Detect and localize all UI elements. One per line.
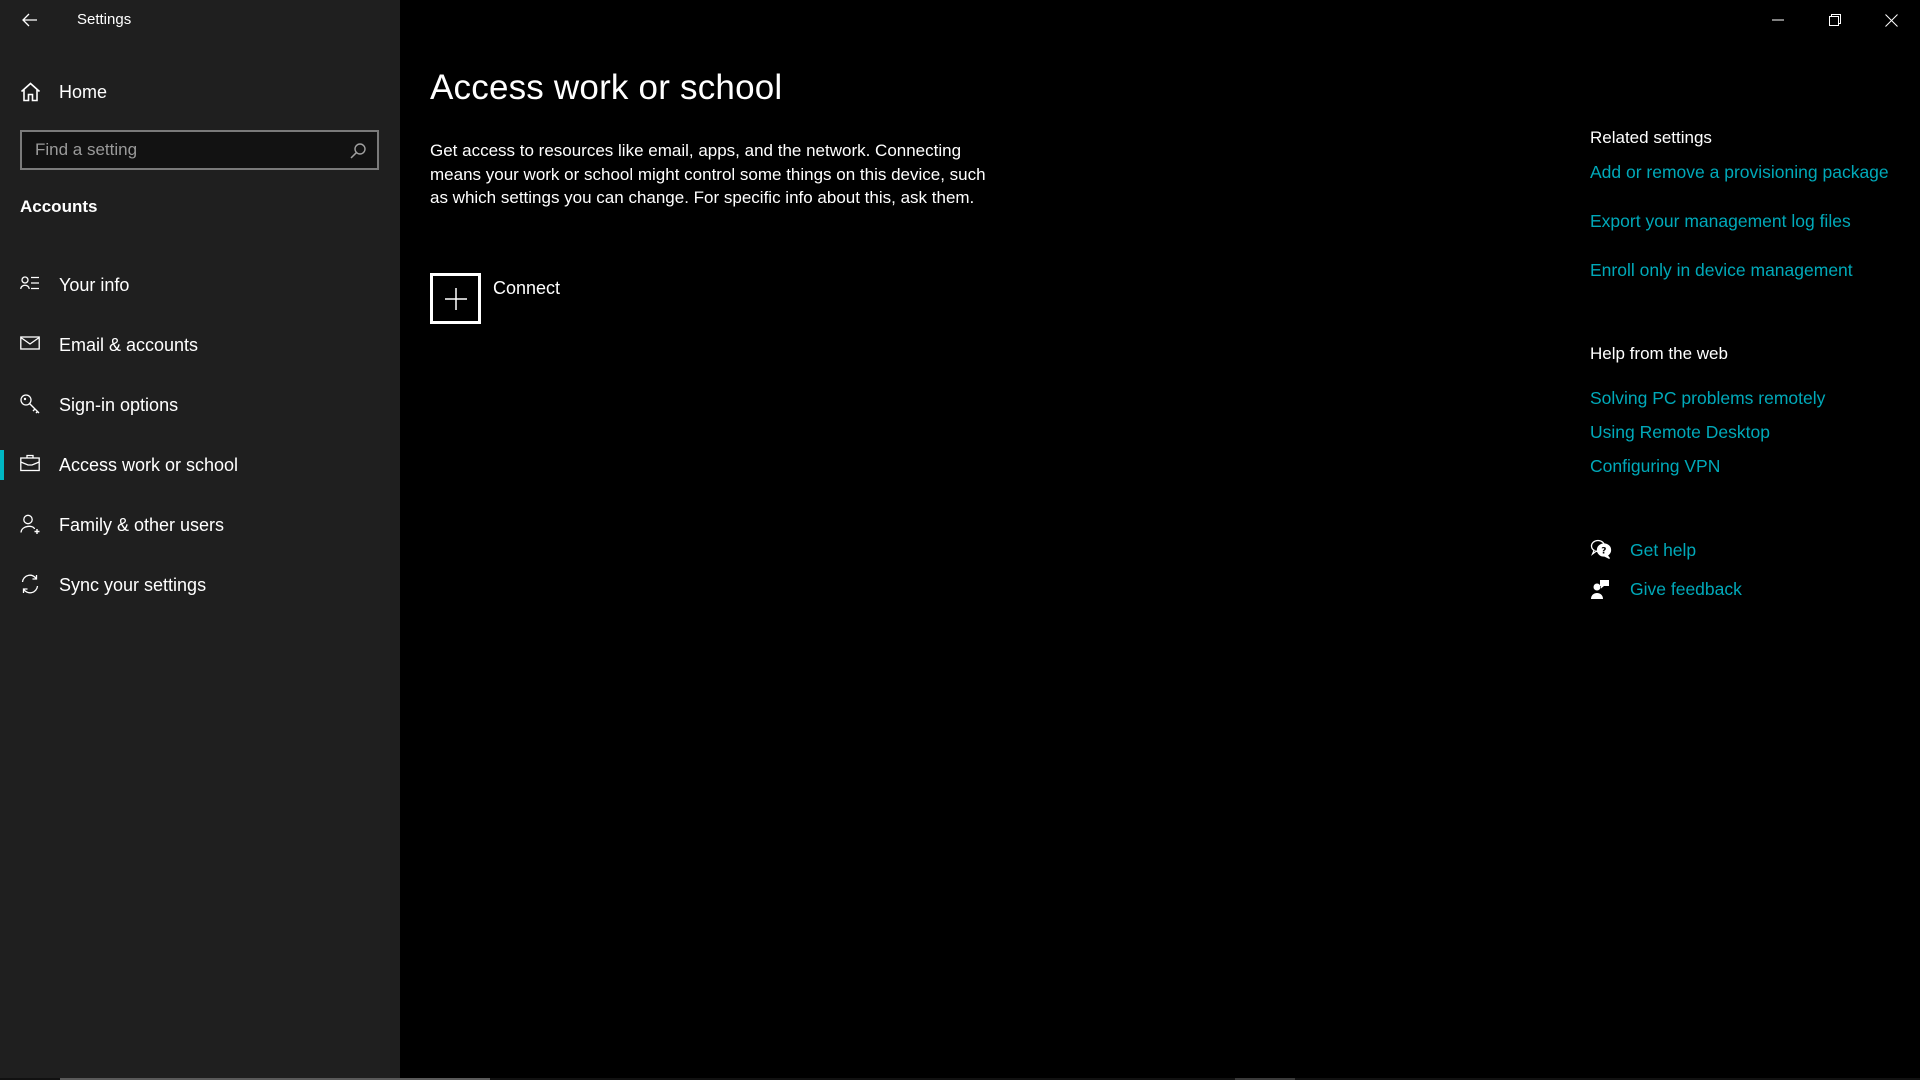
close-icon <box>1885 13 1898 27</box>
sidebar-item-access-work-or-school[interactable]: Access work or school <box>0 435 400 495</box>
link-remote-desktop[interactable]: Using Remote Desktop <box>1590 422 1770 443</box>
home-label: Home <box>59 81 108 102</box>
window-controls <box>1749 0 1920 40</box>
page-description: Get access to resources like email, apps… <box>430 141 986 207</box>
search-icon[interactable] <box>349 142 367 160</box>
connect-button[interactable]: Connect <box>430 273 560 324</box>
sidebar-item-sync-settings[interactable]: Sync your settings <box>0 555 400 615</box>
sync-icon <box>21 574 39 594</box>
link-export-log-files[interactable]: Export your management log files <box>1590 211 1851 232</box>
home-icon <box>20 82 41 102</box>
sidebar-item-sign-in-options[interactable]: Sign-in options <box>0 375 400 435</box>
main-content: Access work or school Get access to reso… <box>400 0 1920 1078</box>
link-solving-pc-problems[interactable]: Solving PC problems remotely <box>1590 388 1825 409</box>
sidebar-item-family-other-users[interactable]: Family & other users <box>0 495 400 555</box>
sidebar-nav: Your info Email & accounts Sign-in optio… <box>0 255 400 615</box>
minimize-button[interactable] <box>1749 0 1806 40</box>
related-settings-heading: Related settings <box>1590 128 1712 147</box>
connect-plus-box <box>430 273 481 324</box>
key-icon <box>20 394 40 414</box>
sidebar-item-email-accounts[interactable]: Email & accounts <box>0 315 400 375</box>
sidebar-item-home[interactable]: Home <box>0 74 400 110</box>
sidebar-item-label: Access work or school <box>59 454 239 475</box>
link-provisioning-package[interactable]: Add or remove a provisioning package <box>1590 162 1889 183</box>
briefcase-icon <box>20 454 40 472</box>
add-user-icon <box>20 514 40 534</box>
give-feedback-icon <box>1591 580 1609 599</box>
sidebar-item-label: Family & other users <box>59 514 225 535</box>
get-help-link[interactable]: ? Get help <box>1590 539 1696 561</box>
app-title: Settings <box>77 11 132 28</box>
sidebar-item-label: Your info <box>59 274 130 295</box>
link-enroll-device-management[interactable]: Enroll only in device management <box>1590 260 1853 281</box>
back-button[interactable] <box>14 6 46 34</box>
get-help-label: Get help <box>1630 539 1697 560</box>
search-input[interactable] <box>22 132 342 168</box>
minimize-icon <box>1771 19 1784 21</box>
sidebar: Settings Home Accounts Your info Email &… <box>0 0 400 1078</box>
mail-icon <box>20 336 40 350</box>
give-feedback-label: Give feedback <box>1630 578 1742 599</box>
plus-icon <box>444 287 467 310</box>
svg-text:?: ? <box>1601 547 1606 557</box>
search-box[interactable] <box>20 130 379 170</box>
sidebar-item-label: Sign-in options <box>59 394 179 415</box>
sidebar-item-label: Sync your settings <box>59 574 207 595</box>
get-help-icon: ? <box>1590 539 1612 560</box>
sidebar-item-label: Email & accounts <box>59 334 199 355</box>
give-feedback-link[interactable]: Give feedback <box>1590 578 1742 600</box>
close-button[interactable] <box>1863 0 1920 40</box>
restore-button[interactable] <box>1806 0 1863 40</box>
help-from-web-heading: Help from the web <box>1590 344 1728 363</box>
back-arrow-icon <box>22 13 37 27</box>
page-title: Access work or school <box>430 68 783 107</box>
sidebar-item-your-info[interactable]: Your info <box>0 255 400 315</box>
restore-icon <box>1828 14 1841 26</box>
section-label-accounts: Accounts <box>20 197 98 216</box>
connect-label: Connect <box>493 278 561 298</box>
selected-indicator <box>0 450 4 480</box>
contact-info-icon <box>20 276 39 290</box>
link-configuring-vpn[interactable]: Configuring VPN <box>1590 456 1720 477</box>
